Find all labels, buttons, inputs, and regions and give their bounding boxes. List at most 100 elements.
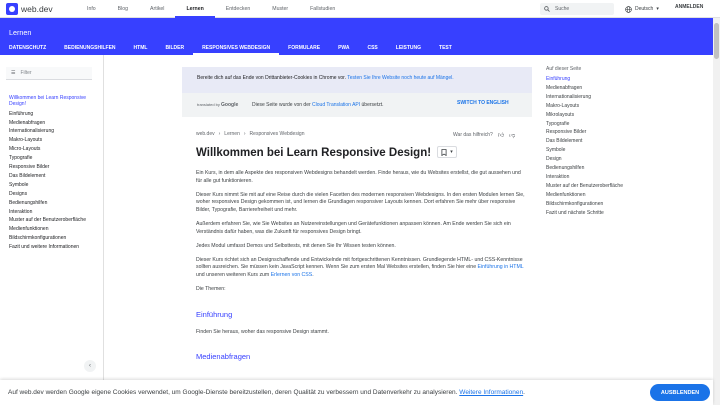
topnav-blog[interactable]: Blog: [107, 0, 139, 18]
page-scrollbar[interactable]: [713, 18, 720, 405]
feedback-widget: War das hilfreich? 👍︎ 👎︎: [453, 131, 515, 139]
toc-item-medienfunktionen[interactable]: Medienfunktionen: [546, 191, 666, 200]
sidebar-item-einfuehrung[interactable]: Einführung: [9, 110, 97, 119]
toc-item-typografie[interactable]: Typografie: [546, 120, 666, 129]
bookmark-button[interactable]: ▾: [437, 146, 457, 158]
breadcrumb-lernen[interactable]: Lernen: [224, 131, 240, 137]
topnav-info[interactable]: Info: [76, 0, 107, 18]
collapse-sidebar-button[interactable]: ‹: [84, 360, 96, 372]
toc-item-symbole[interactable]: Symbole: [546, 146, 666, 155]
sidebar-item-bildelement[interactable]: Das Bildelement: [9, 172, 97, 181]
cookie-text-end: .: [523, 389, 525, 396]
sidebar-item-internationalisierung[interactable]: Internationalisierung: [9, 127, 97, 136]
breadcrumb-webdev[interactable]: web.dev: [196, 131, 215, 137]
toc-item-mikrolayouts[interactable]: Mikrolayouts: [546, 111, 666, 120]
paragraph: Ein Kurs, in dem alle Aspekte des respon…: [196, 170, 521, 184]
site-name: web.dev: [21, 3, 53, 14]
sidebar-item-medienfunktionen[interactable]: Medienfunktionen: [9, 225, 97, 234]
sidebar-item-muster[interactable]: Muster auf der Benutzeroberfläche: [9, 216, 97, 225]
dismiss-cookie-button[interactable]: AUSBLENDEN: [650, 384, 710, 401]
paragraph-text: .: [312, 271, 314, 278]
breadcrumb-responsive[interactable]: Responsives Webdesign: [250, 131, 305, 137]
subnav-pwa[interactable]: PWA: [329, 42, 358, 55]
sidebar-item-symbole[interactable]: Symbole: [9, 181, 97, 190]
notice-link[interactable]: Testen Sie Ihre Website noch heute auf M…: [347, 75, 453, 81]
sidebar-item-makro-layouts[interactable]: Makro-Layouts: [9, 136, 97, 145]
toc-item-makro-layouts[interactable]: Makro-Layouts: [546, 102, 666, 111]
sidebar-item-micro-layouts[interactable]: Micro-Layouts: [9, 145, 97, 154]
breadcrumb-separator: ›: [218, 131, 221, 137]
subnav-leistung[interactable]: LEISTUNG: [387, 42, 430, 55]
scrollbar-thumb[interactable]: [714, 23, 719, 59]
subnav-css[interactable]: CSS: [358, 42, 386, 55]
toc-item-muster[interactable]: Muster auf der Benutzeroberfläche: [546, 182, 666, 191]
paragraph: Finden Sie heraus, woher das responsive …: [196, 328, 329, 335]
search-icon: [544, 6, 550, 12]
top-bar: web.dev Info Blog Artikel Lernen Entdeck…: [0, 0, 720, 18]
sidebar-item-responsive-bilder[interactable]: Responsive Bilder: [9, 163, 97, 172]
filter-input[interactable]: Filter: [20, 70, 31, 76]
toc-item-design[interactable]: Design: [546, 155, 666, 164]
translation-message: Diese Seite wurde von der Cloud Translat…: [252, 102, 384, 108]
toc-item-internationalisierung[interactable]: Internationalisierung: [546, 93, 666, 102]
breadcrumb: web.dev › Lernen › Responsives Webdesign: [196, 131, 305, 137]
sidebar-item-bedienungshilfen[interactable]: Bedienungshilfen: [9, 199, 97, 208]
subnav-formulare[interactable]: FORMULARE: [279, 42, 329, 55]
thumb-down-icon[interactable]: 👎︎: [509, 131, 515, 139]
thumb-up-icon[interactable]: 👍︎: [498, 131, 504, 139]
translation-api-link[interactable]: Cloud Translation API: [312, 102, 360, 108]
subnav-datenschutz[interactable]: DATENSCHUTZ: [0, 42, 55, 55]
toc-item-interaktion[interactable]: Interaktion: [546, 173, 666, 182]
filter-icon: ☰: [11, 70, 16, 76]
topnav-lernen[interactable]: Lernen: [175, 0, 215, 18]
course-nav-list: Willkommen bei Learn Responsive Design! …: [9, 95, 97, 252]
search-input[interactable]: Suche: [555, 6, 569, 12]
top-nav: Info Blog Artikel Lernen Entdecken Muste…: [76, 0, 346, 18]
html-intro-link[interactable]: Einführung in HTML: [478, 264, 524, 270]
sidebar-item-willkommen[interactable]: Willkommen bei Learn Responsive Design!: [9, 95, 97, 107]
sidebar-item-bildschirmkonfigurationen[interactable]: Bildschirmkonfigurationen: [9, 234, 97, 243]
sidebar-item-medienabfragen[interactable]: Medienabfragen: [9, 119, 97, 128]
paragraph: Jedes Modul umfasst Demos und Selbsttest…: [196, 242, 396, 249]
topnav-entdecken[interactable]: Entdecken: [215, 0, 262, 18]
login-button[interactable]: ANMELDEN: [675, 4, 703, 10]
learn-css-link[interactable]: Erlernen von CSS: [271, 272, 313, 278]
toc-item-bildschirmkonfigurationen[interactable]: Bildschirmkonfigurationen: [546, 200, 666, 209]
subnav-responsives-webdesign[interactable]: RESPONSIVES WEBDESIGN: [193, 42, 280, 55]
notice-text: Bereite dich auf das Ende von Drittanbie…: [197, 75, 346, 81]
toc-item-fazit[interactable]: Fazit und nächste Schritte: [546, 209, 666, 218]
course-sidebar: ☰ Filter Willkommen bei Learn Responsive…: [0, 55, 104, 405]
sidebar-item-designs[interactable]: Designs: [9, 190, 97, 199]
chevron-left-icon: ‹: [89, 363, 91, 369]
paragraph: Die Themen:: [196, 286, 226, 293]
toc-item-einfuehrung[interactable]: Einführung: [546, 75, 666, 84]
toc-heading: Auf dieser Seite: [546, 66, 582, 72]
subnav-bilder[interactable]: BILDER: [156, 42, 193, 55]
more-info-link[interactable]: Weitere Informationen: [459, 389, 523, 396]
toc-item-medienabfragen[interactable]: Medienabfragen: [546, 84, 666, 93]
chevron-down-icon: ▾: [450, 149, 453, 155]
page-title: Willkommen bei Learn Responsive Design!: [196, 147, 432, 159]
sidebar-item-interaktion[interactable]: Interaktion: [9, 208, 97, 217]
toc-item-bedienungshilfen[interactable]: Bedienungshilfen: [546, 164, 666, 173]
toc-item-responsive-bilder[interactable]: Responsive Bilder: [546, 128, 666, 137]
site-logo[interactable]: web.dev: [6, 2, 66, 15]
topnav-fallstudien[interactable]: Fallstudien: [299, 0, 346, 18]
paragraph: Dieser Kurs nimmt Sie mit auf eine Reise…: [196, 191, 525, 213]
subnav-test[interactable]: TEST: [430, 42, 461, 55]
sidebar-item-fazit[interactable]: Fazit und weitere Informationen: [9, 243, 97, 252]
section-heading-medienabfragen: Medienabfragen: [196, 352, 251, 362]
filter-box[interactable]: ☰ Filter: [6, 67, 92, 80]
sidebar-item-typografie[interactable]: Typografie: [9, 154, 97, 163]
switch-to-english-button[interactable]: SWITCH TO ENGLISH: [457, 100, 509, 106]
table-of-contents: Auf dieser Seite Einführung Medienabfrag…: [546, 66, 666, 218]
translation-msg-prefix: Diese Seite wurde von der: [252, 102, 311, 108]
subnav-html[interactable]: HTML: [125, 42, 157, 55]
search-box[interactable]: Suche: [540, 3, 614, 15]
toc-item-bildelement[interactable]: Das Bildelement: [546, 137, 666, 146]
subnav-bedienungshilfen[interactable]: BEDIENUNGSHILFEN: [55, 42, 124, 55]
topnav-muster[interactable]: Muster: [261, 0, 299, 18]
language-select[interactable]: Deutsch ▾: [625, 3, 659, 15]
announcement-banner: Bereite dich auf das Ende von Drittanbie…: [182, 67, 532, 117]
topnav-artikel[interactable]: Artikel: [139, 0, 175, 18]
